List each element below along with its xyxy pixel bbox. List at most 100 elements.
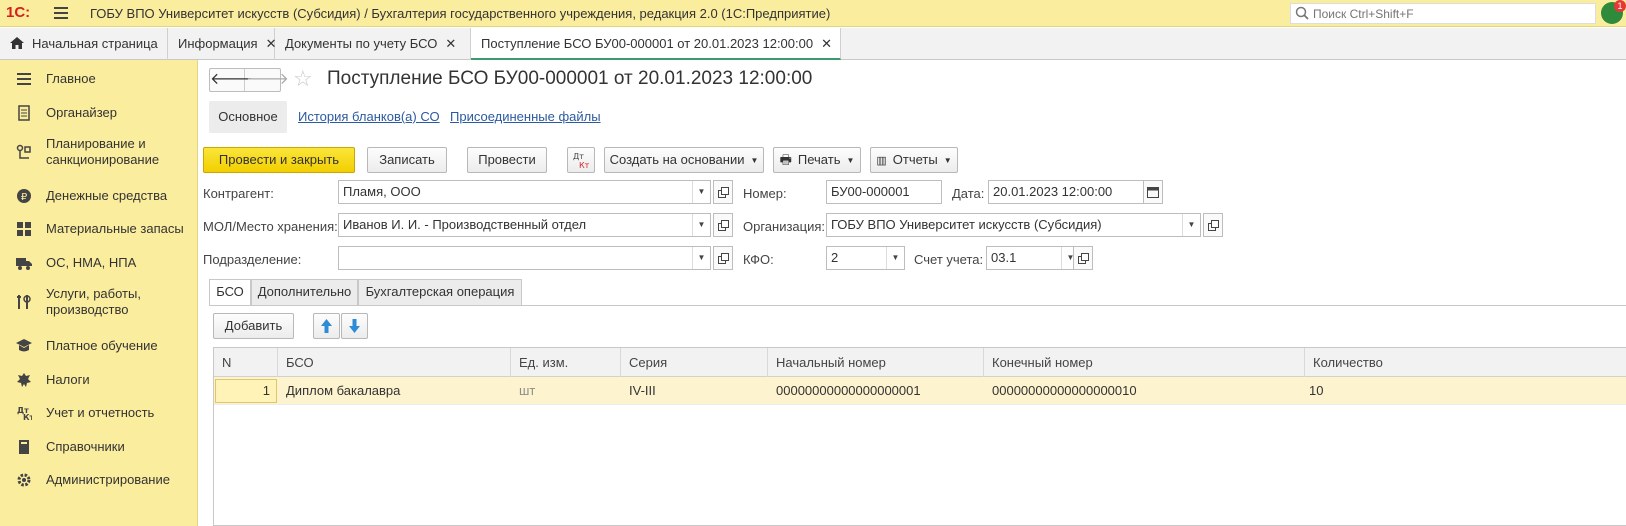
sidebar-item-taxes[interactable]: Налоги — [0, 370, 198, 390]
column-header-bso[interactable]: БСО — [278, 348, 511, 377]
window-tabs: Начальная страница Информация ✕ Документы… — [0, 28, 1626, 60]
column-header-series[interactable]: Серия — [621, 348, 768, 377]
cell-quantity[interactable]: 10 — [1301, 377, 1623, 405]
chevron-down-icon[interactable]: ▼ — [692, 214, 710, 236]
kfo-field[interactable]: 2 ▼ — [826, 246, 905, 270]
sidebar-item-planning[interactable]: Планирование и санкционирование — [0, 136, 198, 170]
move-down-button[interactable] — [341, 313, 368, 339]
sidebar-item-label: Планирование и санкционирование — [46, 136, 160, 167]
svg-text:₽: ₽ — [21, 192, 28, 203]
open-counterparty-button[interactable] — [713, 180, 733, 204]
search-icon — [1295, 6, 1309, 20]
print-button[interactable]: 🖶 Печать ▼ — [773, 147, 861, 173]
create-based-label: Создать на основании — [609, 152, 745, 167]
main-form: 🡐 🡒 ☆ Поступление БСО БУ00-000001 от 20.… — [199, 60, 1626, 526]
chevron-down-icon[interactable]: ▼ — [692, 181, 710, 203]
open-mol-button[interactable] — [713, 213, 733, 237]
tab-bso-documents[interactable]: Документы по учету БСО ✕ — [275, 28, 471, 60]
tab-bso-documents-label: Документы по учету БСО — [285, 36, 438, 51]
graduation-cap-icon — [16, 339, 32, 352]
back-arrow-icon[interactable]: 🡐 — [210, 69, 253, 91]
chevron-down-icon[interactable]: ▼ — [886, 247, 904, 269]
sidebar-item-label: Учет и отчетность — [46, 405, 155, 420]
chevron-down-icon[interactable]: ▼ — [1182, 214, 1200, 236]
division-field[interactable]: ▼ — [338, 246, 711, 270]
counterparty-field[interactable]: Пламя, ООО ▼ — [338, 180, 711, 204]
date-field[interactable]: 20.01.2023 12:00:00 — [988, 180, 1144, 204]
close-icon[interactable]: ✕ — [445, 36, 456, 51]
number-field[interactable]: БУ00-000001 — [826, 180, 942, 204]
emblem-icon — [17, 373, 31, 387]
search-input[interactable] — [1313, 5, 1593, 22]
arrow-down-icon — [349, 319, 360, 333]
sidebar-item-money[interactable]: ₽ Денежные средства — [0, 186, 198, 206]
organization-value: ГОБУ ВПО Университет искусств (Субсидия) — [831, 217, 1102, 232]
column-header-end-number[interactable]: Конечный номер — [984, 348, 1305, 377]
chevron-down-icon[interactable]: ▼ — [692, 247, 710, 269]
cell-n[interactable]: 1 — [215, 379, 277, 403]
cell-end-number[interactable]: 00000000000000000010 — [984, 377, 1305, 405]
sidebar-item-paid-education[interactable]: Платное обучение — [0, 336, 198, 356]
table-row[interactable]: 1 Диплом бакалавра шт IV-III 00000000000… — [214, 377, 1626, 405]
menu-lines-icon — [17, 73, 31, 85]
cell-bso[interactable]: Диплом бакалавра — [278, 377, 511, 405]
cell-start-number[interactable]: 00000000000000000001 — [768, 377, 984, 405]
open-division-button[interactable] — [713, 246, 733, 270]
open-account-button[interactable] — [1073, 246, 1093, 270]
truck-icon — [16, 258, 32, 270]
calendar-button[interactable] — [1143, 180, 1163, 204]
tab-files-link[interactable]: Присоединенные файлы — [450, 101, 601, 133]
favorite-star-icon[interactable]: ☆ — [293, 66, 313, 92]
debit-credit-button[interactable]: Дт Кт — [567, 147, 595, 173]
account-field[interactable]: 03.1 ▼ — [986, 246, 1080, 270]
organization-field[interactable]: ГОБУ ВПО Университет искусств (Субсидия)… — [826, 213, 1201, 237]
forward-arrow-icon[interactable]: 🡒 — [246, 69, 289, 91]
open-window-icon — [718, 187, 729, 198]
add-row-button[interactable]: Добавить — [213, 313, 294, 339]
tab-info[interactable]: Информация ✕ — [168, 28, 277, 60]
open-window-icon — [718, 253, 729, 264]
tab-history-link[interactable]: История бланков(а) СО — [298, 101, 440, 133]
post-button[interactable]: Провести — [467, 147, 547, 173]
global-search[interactable] — [1290, 3, 1596, 24]
counterparty-label: Контрагент: — [203, 186, 274, 201]
create-based-on-button[interactable]: Создать на основании ▼ — [604, 147, 764, 173]
tab-accounting-operation[interactable]: Бухгалтерская операция — [358, 279, 522, 305]
main-menu-icon[interactable] — [54, 7, 68, 19]
sidebar-item-services[interactable]: Услуги, работы, производство — [0, 286, 198, 320]
sidebar-item-fixed-assets[interactable]: ОС, НМА, НПА — [0, 253, 198, 273]
open-organization-button[interactable] — [1203, 213, 1223, 237]
post-and-close-button[interactable]: Провести и закрыть — [203, 147, 355, 173]
debit-credit-icon: ДтКт — [17, 406, 32, 421]
column-header-quantity[interactable]: Количество — [1305, 348, 1626, 377]
save-button[interactable]: Записать — [367, 147, 447, 173]
column-header-unit[interactable]: Ед. изм. — [511, 348, 621, 377]
reports-button[interactable]: ▥ Отчеты ▼ — [870, 147, 958, 173]
sidebar-item-accounting[interactable]: Дт Кт Учет и отчетность — [0, 403, 198, 423]
sidebar-item-label: Налоги — [46, 372, 90, 387]
column-header-start-number[interactable]: Начальный номер — [768, 348, 984, 377]
sidebar-item-admin[interactable]: Администрирование — [0, 470, 198, 490]
sidebar-item-label: ОС, НМА, НПА — [46, 255, 137, 270]
move-up-button[interactable] — [313, 313, 340, 339]
date-label: Дата: — [952, 186, 985, 201]
app-logo: 1С: — [6, 4, 31, 21]
column-header-n[interactable]: N — [214, 348, 278, 377]
arrow-up-icon — [321, 319, 332, 333]
cell-series[interactable]: IV-III — [621, 377, 768, 405]
home-icon — [10, 37, 24, 49]
tools-icon — [17, 295, 31, 309]
sidebar-item-organizer[interactable]: Органайзер — [0, 103, 198, 123]
sidebar-item-main[interactable]: Главное — [0, 69, 198, 89]
tab-additional[interactable]: Дополнительно — [251, 279, 358, 305]
mol-field[interactable]: Иванов И. И. - Производственный отдел ▼ — [338, 213, 711, 237]
tab-main[interactable]: Основное — [209, 101, 287, 133]
close-icon[interactable]: ✕ — [821, 36, 832, 51]
sidebar-item-materials[interactable]: Материальные запасы — [0, 219, 198, 239]
tab-bso[interactable]: БСО — [209, 279, 251, 306]
sidebar-item-catalogs[interactable]: Справочники — [0, 437, 198, 457]
tab-home[interactable]: Начальная страница — [0, 28, 168, 60]
print-label: Печать — [797, 152, 841, 167]
tab-bso-receipt[interactable]: Поступление БСО БУ00-000001 от 20.01.202… — [471, 28, 841, 60]
cell-unit[interactable]: шт — [511, 377, 621, 405]
